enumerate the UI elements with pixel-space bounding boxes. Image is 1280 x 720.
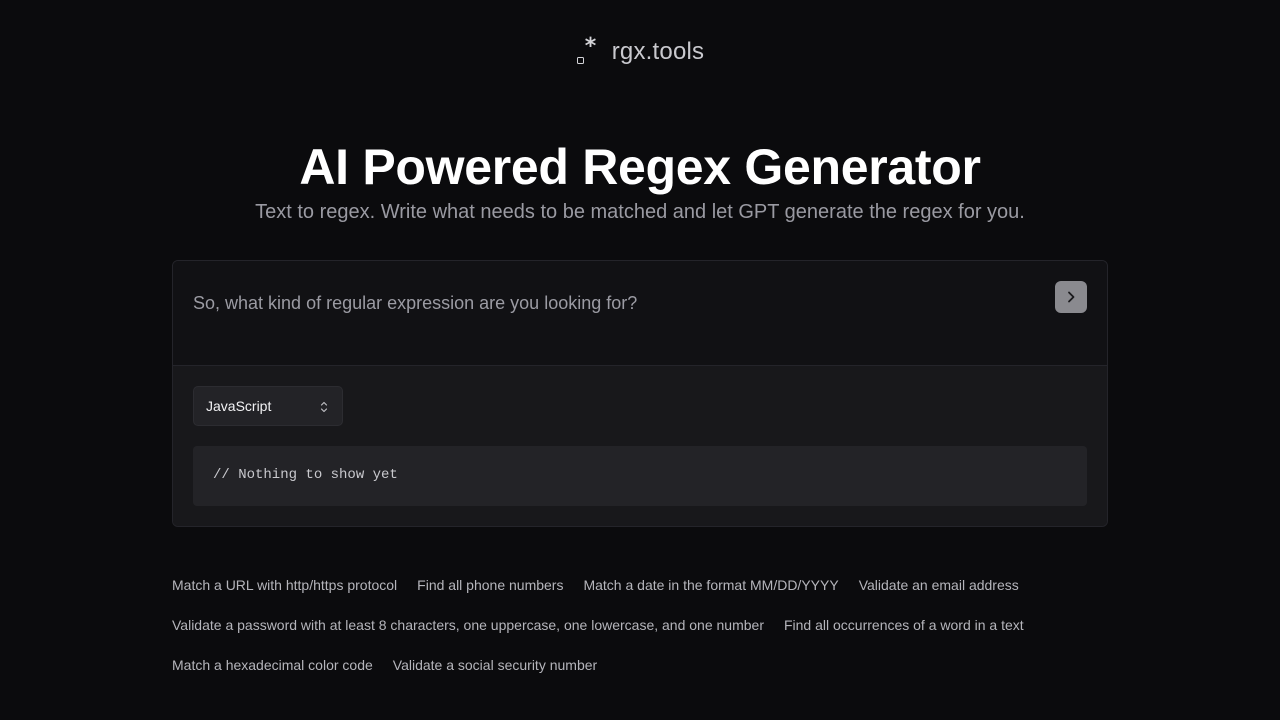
regex-output-text: // Nothing to show yet [213, 467, 398, 483]
generator-card: JavaScript // Nothing to show yet [172, 260, 1108, 527]
suggestion-item[interactable]: Match a URL with http/https protocol [172, 575, 397, 595]
page-subtitle: Text to regex. Write what needs to be ma… [255, 201, 1025, 223]
suggestion-item[interactable]: Match a hexadecimal color code [172, 655, 373, 675]
submit-button[interactable] [1055, 281, 1087, 313]
suggestion-item[interactable]: Validate a social security number [393, 655, 597, 675]
suggestion-item[interactable]: Find all phone numbers [417, 575, 563, 595]
regex-star-icon: * [576, 36, 602, 65]
regex-output: // Nothing to show yet [193, 446, 1087, 506]
suggestion-item[interactable]: Validate a password with at least 8 char… [172, 615, 764, 635]
brand-name[interactable]: rgx.tools [612, 38, 705, 66]
site-header: * rgx.tools [0, 36, 1280, 66]
language-select-value: JavaScript [206, 398, 272, 414]
chevron-right-icon [1068, 291, 1075, 303]
prompt-area [173, 261, 1107, 366]
suggestion-item[interactable]: Validate an email address [859, 575, 1019, 595]
language-select[interactable]: JavaScript [193, 386, 343, 426]
suggestion-list: Match a URL with http/https protocol Fin… [172, 575, 1108, 675]
suggestion-item[interactable]: Match a date in the format MM/DD/YYYY [583, 575, 838, 595]
output-section: JavaScript // Nothing to show yet [173, 366, 1107, 526]
prompt-input[interactable] [193, 283, 1033, 323]
page-title: AI Powered Regex Generator [299, 139, 981, 195]
suggestion-item[interactable]: Find all occurrences of a word in a text [784, 615, 1024, 635]
chevron-up-down-icon [320, 401, 328, 413]
